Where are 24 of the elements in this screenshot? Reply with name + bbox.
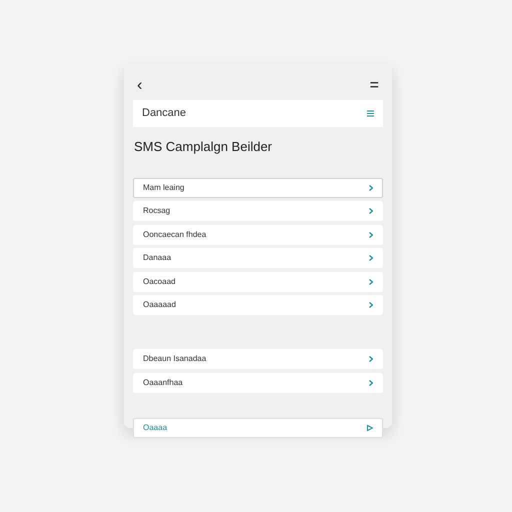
list-item[interactable]: Ooncaecan fhdea	[133, 224, 383, 244]
section-label: Dancane	[142, 106, 186, 122]
chevron-right-icon	[369, 302, 373, 308]
list-item[interactable]: Rocsag	[133, 201, 383, 221]
chevron-right-icon	[369, 278, 373, 284]
list-item[interactable]: Mam leaing	[133, 178, 383, 198]
chevron-right-icon	[369, 232, 373, 238]
chevron-right-icon	[369, 184, 373, 190]
section-bar[interactable]: Dancane	[133, 100, 383, 127]
chevron-right-icon	[369, 255, 373, 261]
list-item[interactable]: Oaaanfhaa	[133, 372, 383, 392]
list-item[interactable]: Danaaa	[133, 248, 383, 268]
back-button[interactable]: ‹	[137, 74, 142, 98]
page-title: SMS Camplalgn Beilder	[134, 138, 274, 156]
menu-button[interactable]: =	[370, 74, 379, 98]
chevron-right-icon	[369, 380, 373, 386]
footer-action-button[interactable]: Oaaaa	[133, 418, 383, 438]
chevron-right-icon	[369, 356, 373, 362]
list-item[interactable]: Oacoaad	[133, 272, 383, 292]
list-item[interactable]: Oaaaaad	[133, 295, 383, 315]
chevron-right-icon	[369, 208, 373, 214]
menu-icon	[367, 110, 374, 117]
list-item[interactable]: Dbeaun Isanadaa	[133, 349, 383, 369]
send-icon	[367, 424, 373, 430]
